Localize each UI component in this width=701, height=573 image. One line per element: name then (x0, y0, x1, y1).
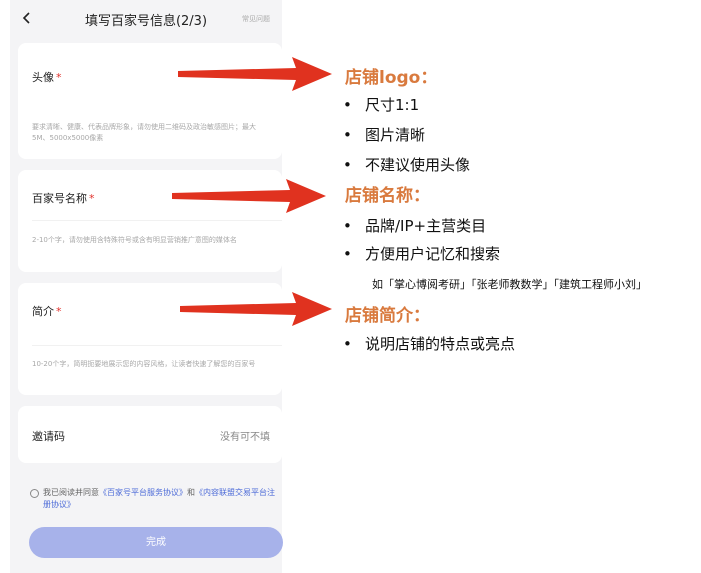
annotation-intro-title: 店铺简介： (345, 306, 430, 326)
annotation-example: 如「掌心博阅考研」「张老师教数学」「建筑工程师小刘」 (372, 278, 647, 291)
arrow-icon (180, 292, 332, 326)
annotation-name-title: 店铺名称： (345, 186, 430, 206)
annotation-bullet: • 尺寸1:1 (343, 96, 420, 114)
annotation-bullet: • 品牌/IP+主营类目 (343, 217, 487, 235)
annotation-bullet: • 说明店铺的特点或亮点 (343, 335, 516, 353)
annotation-bullet: • 不建议使用头像 (343, 156, 471, 174)
annotation-logo-title: 店铺logo： (345, 68, 438, 88)
arrow-icon (178, 57, 332, 91)
annotation-bullet: • 方便用户记忆和搜索 (343, 245, 501, 263)
annotation-bullet: • 图片清晰 (343, 126, 426, 144)
arrow-icon (172, 179, 326, 213)
